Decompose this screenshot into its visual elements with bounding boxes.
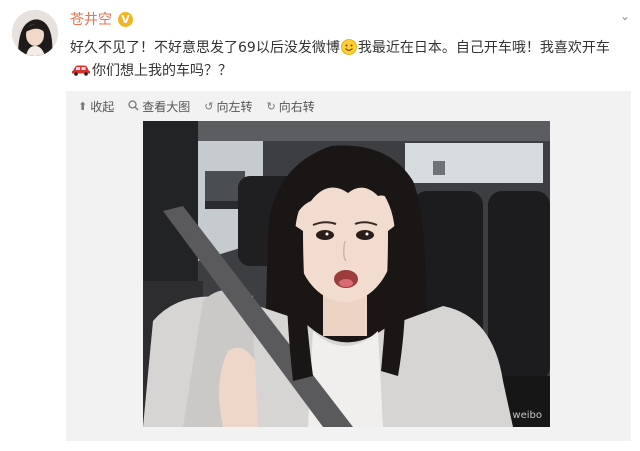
media-toolbar: ⬆ 收起 查看大图 ↺ 向左转 ↻ 向右转 bbox=[78, 95, 315, 117]
username-link[interactable]: 苍井空 bbox=[70, 9, 112, 29]
post-text-part3: 你们想上我的车吗？？ bbox=[92, 63, 232, 79]
photo-watermark: weibo bbox=[512, 410, 542, 421]
rotate-right-label: 向右转 bbox=[278, 99, 315, 114]
magnifier-icon bbox=[128, 99, 139, 113]
view-large-label: 查看大图 bbox=[142, 99, 191, 114]
selfie-photo[interactable]: weibo bbox=[143, 121, 550, 427]
post-text: 好久不见了！不好意思发了69以后没发微博 我最近在日本。自己开车哦！我喜欢开车你们… bbox=[70, 37, 618, 83]
collapse-button[interactable]: ⬆ 收起 bbox=[78, 98, 114, 115]
rotate-left-button[interactable]: ↺ 向左转 bbox=[204, 98, 252, 115]
rotate-left-label: 向左转 bbox=[216, 99, 253, 114]
post-text-part2: 我最近在日本。自己开车哦！我喜欢开车 bbox=[357, 40, 610, 56]
rotate-right-button[interactable]: ↻ 向右转 bbox=[266, 98, 314, 115]
media-viewer: ⬆ 收起 查看大图 ↺ 向左转 ↻ 向右转 weibo bbox=[66, 91, 631, 441]
photo-illustration bbox=[143, 121, 550, 427]
verified-badge-icon: V bbox=[118, 11, 133, 27]
rotate-right-icon: ↻ bbox=[266, 99, 276, 113]
avatar-image bbox=[12, 10, 58, 56]
avatar[interactable] bbox=[12, 10, 58, 56]
post-text-part1: 好久不见了！不好意思发了69以后没发微博 bbox=[70, 40, 340, 56]
chevron-down-icon[interactable]: ⌄ bbox=[620, 10, 630, 22]
rotate-left-icon: ↺ bbox=[204, 99, 214, 113]
view-large-button[interactable]: 查看大图 bbox=[128, 98, 190, 115]
smile-emoji-icon bbox=[340, 39, 357, 55]
weibo-post: 苍井空 V ⌄ 好久不见了！不好意思发了69以后没发微博 我最近在日本。自己开车哦… bbox=[0, 0, 640, 451]
collapse-label: 收起 bbox=[90, 99, 115, 114]
arrow-up-icon: ⬆ bbox=[78, 99, 88, 113]
username-row: 苍井空 V bbox=[70, 8, 133, 30]
red-car-emoji-icon bbox=[72, 65, 90, 76]
